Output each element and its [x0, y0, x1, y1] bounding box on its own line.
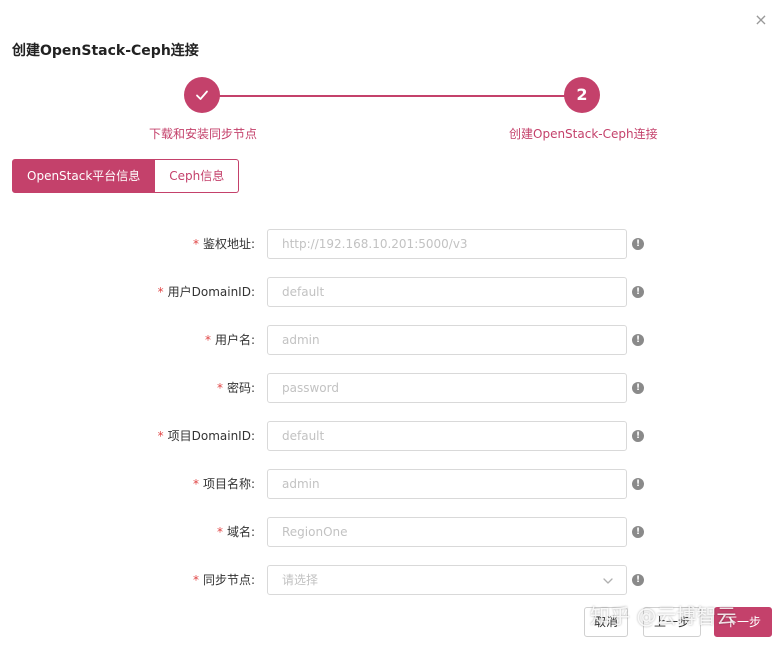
- form-row-project-domain-id: *项目DomainID: !: [0, 421, 783, 451]
- required-mark: *: [216, 381, 223, 395]
- form-row-user-domain-id: *用户DomainID: !: [0, 277, 783, 307]
- form-row-username: *用户名: !: [0, 325, 783, 355]
- auth-url-input[interactable]: [267, 229, 627, 259]
- tab-ceph-info[interactable]: Ceph信息: [155, 159, 240, 193]
- dialog-title: 创建OpenStack-Ceph连接: [12, 43, 199, 59]
- required-mark: *: [157, 429, 164, 443]
- info-icon[interactable]: !: [632, 478, 644, 490]
- region-label: * 域名:: [217, 517, 255, 547]
- tab-openstack-info[interactable]: OpenStack平台信息: [12, 159, 156, 193]
- sync-node-placeholder: 请选择: [282, 573, 319, 587]
- create-connection-dialog: × 创建OpenStack-Ceph连接 2 下载和安装同步节点 创建OpenS…: [0, 0, 783, 648]
- sync-node-select[interactable]: 请选择: [267, 565, 627, 595]
- step-connector-line: [219, 95, 565, 97]
- step-2-label: 创建OpenStack-Ceph连接: [509, 127, 658, 141]
- required-mark: *: [192, 573, 199, 587]
- info-tabs: OpenStack平台信息 Ceph信息: [12, 159, 240, 193]
- username-label: * 用户名:: [205, 325, 255, 355]
- required-mark: *: [192, 477, 199, 491]
- user-domain-id-label-text: 用户DomainID:: [167, 285, 255, 299]
- password-label-text: 密码:: [226, 381, 255, 395]
- project-name-label-text: 项目名称:: [202, 477, 255, 491]
- close-icon[interactable]: ×: [753, 12, 769, 28]
- form-row-project-name: *项目名称: !: [0, 469, 783, 499]
- sync-node-label: * 同步节点:: [193, 565, 255, 595]
- info-icon[interactable]: !: [632, 334, 644, 346]
- auth-url-label-text: 鉴权地址:: [202, 237, 255, 251]
- form-row-auth-url: *鉴权地址: !: [0, 229, 783, 259]
- steps-progress: 2 下载和安装同步节点 创建OpenStack-Ceph连接: [0, 76, 783, 146]
- password-label: * 密码:: [217, 373, 255, 403]
- form-row-password: * 密码: !: [0, 373, 783, 403]
- auth-url-label: * 鉴权地址:: [193, 229, 255, 259]
- project-name-input[interactable]: [267, 469, 627, 499]
- info-icon[interactable]: !: [632, 238, 644, 250]
- check-icon: [196, 90, 208, 100]
- password-input[interactable]: [267, 373, 627, 403]
- previous-step-button[interactable]: 上一步: [643, 607, 701, 637]
- region-input[interactable]: [267, 517, 627, 547]
- step-2-active: 2: [564, 77, 600, 113]
- form-row-region: *域名: !: [0, 517, 783, 547]
- region-label-text: 域名:: [226, 525, 255, 539]
- step-1-label: 下载和安装同步节点: [149, 127, 258, 141]
- next-step-button[interactable]: 下一步: [714, 607, 772, 637]
- required-mark: *: [216, 525, 223, 539]
- project-domain-id-label: * 项目DomainID:: [158, 421, 255, 451]
- info-icon[interactable]: !: [632, 286, 644, 298]
- info-icon[interactable]: !: [632, 526, 644, 538]
- info-icon[interactable]: !: [632, 382, 644, 394]
- required-mark: *: [192, 237, 199, 251]
- sync-node-label-text: 同步节点:: [202, 573, 255, 587]
- form-row-sync-node: * 同步节点: 请选择 !: [0, 565, 783, 595]
- user-domain-id-label: * 用户DomainID:: [158, 277, 255, 307]
- project-domain-id-input[interactable]: [267, 421, 627, 451]
- info-icon[interactable]: !: [632, 430, 644, 442]
- project-name-label: * 项目名称:: [193, 469, 255, 499]
- user-domain-id-input[interactable]: [267, 277, 627, 307]
- cancel-button[interactable]: 取消: [584, 607, 628, 637]
- username-label-text: 用户名:: [214, 333, 255, 347]
- username-input[interactable]: [267, 325, 627, 355]
- required-mark: *: [157, 285, 164, 299]
- project-domain-id-label-text: 项目DomainID:: [167, 429, 255, 443]
- info-icon[interactable]: !: [632, 574, 644, 586]
- required-mark: *: [204, 333, 211, 347]
- chevron-down-icon: [603, 578, 613, 584]
- step-1-done: [184, 77, 220, 113]
